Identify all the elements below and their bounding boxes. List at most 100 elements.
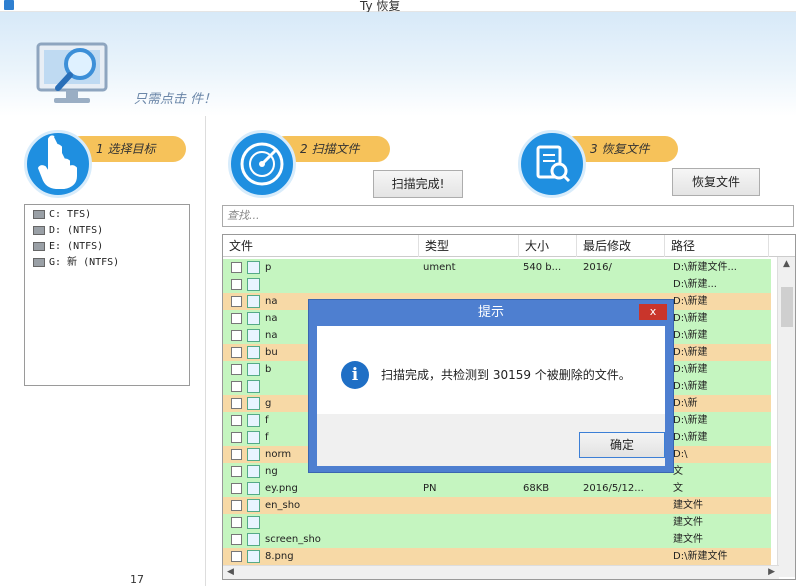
file-image-icon — [247, 363, 260, 376]
table-row[interactable]: en_sho 建文件 — [223, 497, 771, 514]
file-image-icon — [247, 312, 260, 325]
cell-name: p — [265, 262, 272, 273]
drive-item[interactable]: D: (NTFS) — [33, 223, 103, 239]
row-checkbox[interactable] — [231, 534, 242, 545]
cell-name: na — [265, 296, 278, 307]
table-row[interactable]: p ument 540 b... 2016/D:\新建文件... — [223, 259, 771, 276]
recover-files-button[interactable]: 恢复文件 — [672, 168, 760, 196]
row-checkbox[interactable] — [231, 415, 242, 426]
cell-path: D:\新建文件 — [673, 551, 728, 562]
cell-type: ument — [423, 262, 456, 273]
cell-path: D:\新建 — [673, 347, 708, 358]
file-image-icon — [247, 499, 260, 512]
vertical-scrollbar[interactable]: ▲ — [777, 257, 795, 577]
cell-path: D:\新建 — [673, 313, 708, 324]
row-checkbox[interactable] — [231, 296, 242, 307]
file-image-icon — [247, 550, 260, 563]
cell-name: f — [265, 432, 269, 443]
search-input[interactable]: 查找... — [222, 205, 794, 227]
header-banner: 只需点击 件！ — [0, 12, 796, 116]
row-checkbox[interactable] — [231, 432, 242, 443]
row-checkbox[interactable] — [231, 364, 242, 375]
table-row[interactable]: D:\新建... — [223, 276, 771, 293]
cell-name: bu — [265, 347, 278, 358]
row-checkbox[interactable] — [231, 398, 242, 409]
row-checkbox[interactable] — [231, 551, 242, 562]
cell-path: 建文件 — [673, 500, 703, 511]
scan-complete-button[interactable]: 扫描完成! — [373, 170, 463, 198]
cell-name: g — [265, 398, 272, 409]
file-image-icon — [247, 533, 260, 546]
table-header: 文件 类型 大小 最后修改 路径 — [223, 235, 795, 257]
horizontal-scrollbar[interactable]: ◀ ▶ — [223, 565, 779, 579]
dialog-message: 扫描完成，共检测到 30159 个被删除的文件。 — [381, 368, 631, 382]
table-row[interactable]: ey.png PN 68KB 2016/5/12... 文 — [223, 480, 771, 497]
drive-tree[interactable]: C: TFS) D: (NTFS) E: (NTFS) G: 新 (NTFS) — [24, 204, 190, 386]
cell-size: 540 b... — [523, 262, 562, 273]
drive-item[interactable]: C: TFS) — [33, 207, 91, 223]
cell-name: f — [265, 415, 269, 426]
table-row[interactable]: screen_sho 建文件 — [223, 531, 771, 548]
file-image-icon — [247, 295, 260, 308]
cell-date: 2016/5/12... — [583, 483, 644, 494]
cell-name: na — [265, 330, 278, 341]
row-checkbox[interactable] — [231, 262, 242, 273]
cell-path: D:\新建 — [673, 330, 708, 341]
file-image-icon — [247, 431, 260, 444]
cell-name: norm — [265, 449, 292, 460]
step-recover-files[interactable]: 3 恢复文件 — [518, 130, 688, 202]
dialog-body: i 扫描完成，共检测到 30159 个被删除的文件。 确定 — [317, 326, 665, 466]
row-checkbox[interactable] — [231, 500, 242, 511]
column-header-file[interactable]: 文件 — [223, 235, 419, 257]
radar-icon — [228, 130, 296, 198]
file-image-icon — [247, 448, 260, 461]
table-row[interactable]: 建文件 — [223, 514, 771, 531]
row-checkbox[interactable] — [231, 466, 242, 477]
cell-path: 文 — [673, 466, 683, 477]
row-checkbox[interactable] — [231, 517, 242, 528]
row-checkbox[interactable] — [231, 483, 242, 494]
row-checkbox[interactable] — [231, 330, 242, 341]
scroll-right-icon[interactable]: ▶ — [768, 567, 775, 577]
drive-item[interactable]: E: (NTFS) — [33, 239, 103, 255]
cell-path: D:\新 — [673, 398, 698, 409]
info-icon: i — [341, 361, 369, 389]
title-bar: Ty 恢复 — [0, 0, 796, 13]
file-image-icon — [247, 516, 260, 529]
table-row[interactable]: 8.png D:\新建文件 — [223, 548, 771, 565]
dialog-title: 提示 — [477, 305, 504, 320]
file-image-icon — [247, 465, 260, 478]
column-header-path[interactable]: 路径 — [665, 235, 769, 257]
scroll-left-icon[interactable]: ◀ — [227, 567, 234, 577]
monitor-magnifier-icon — [36, 42, 108, 103]
cell-name: b — [265, 364, 272, 375]
cell-size: 68KB — [523, 483, 550, 494]
header-subtitle: 只需点击 件！ — [134, 92, 217, 107]
file-image-icon — [247, 278, 260, 291]
cell-name: en_sho — [265, 500, 301, 511]
cell-path: D:\新建 — [673, 364, 708, 375]
file-image-icon — [247, 414, 260, 427]
cell-path: 建文件 — [673, 534, 703, 545]
cell-type: PN — [423, 483, 437, 494]
ok-button[interactable]: 确定 — [579, 432, 665, 458]
cell-name: 8.png — [265, 551, 294, 562]
row-checkbox[interactable] — [231, 381, 242, 392]
file-image-icon — [247, 261, 260, 274]
row-checkbox[interactable] — [231, 449, 242, 460]
row-checkbox[interactable] — [231, 279, 242, 290]
row-checkbox[interactable] — [231, 313, 242, 324]
step-select-target[interactable]: 1 选择目标 — [24, 130, 194, 202]
drive-item[interactable]: G: 新 (NTFS) — [33, 255, 119, 271]
close-icon[interactable]: x — [639, 304, 667, 320]
cell-path: D:\新建... — [673, 279, 717, 290]
column-header-size[interactable]: 大小 — [519, 235, 577, 257]
column-header-type[interactable]: 类型 — [419, 235, 519, 257]
row-checkbox[interactable] — [231, 347, 242, 358]
cell-path: D:\新建文件... — [673, 262, 737, 273]
scroll-up-icon[interactable]: ▲ — [783, 259, 790, 269]
cell-path: D:\新建 — [673, 432, 708, 443]
column-header-modified[interactable]: 最后修改 — [577, 235, 665, 257]
cell-name: na — [265, 313, 278, 324]
scrollbar-thumb[interactable] — [781, 287, 793, 327]
